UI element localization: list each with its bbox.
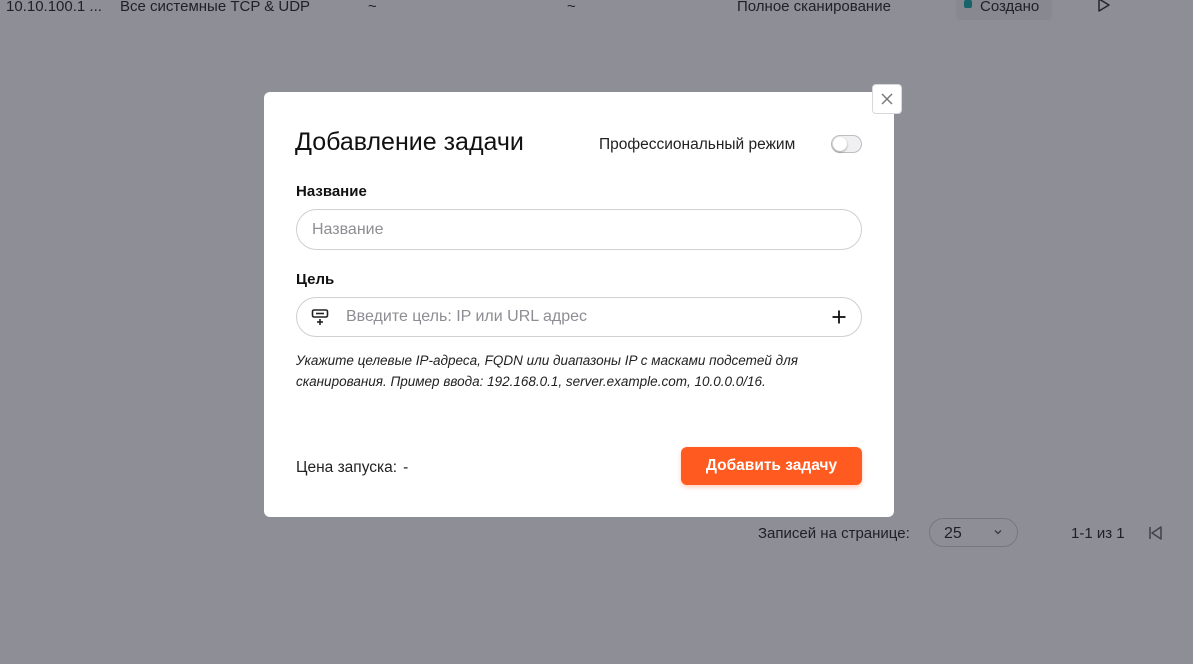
close-icon	[881, 93, 893, 105]
toggle-knob	[833, 137, 847, 151]
target-label: Цель	[296, 271, 335, 288]
target-hint: Укажите целевые IP-адреса, FQDN или диап…	[296, 353, 798, 389]
target-list-icon[interactable]	[311, 308, 329, 326]
price-label: Цена запуска:	[296, 459, 398, 476]
price-value: -	[403, 459, 409, 476]
launch-price: Цена запуска: -	[296, 459, 408, 477]
close-modal-button[interactable]	[872, 84, 902, 114]
add-task-modal: Добавление задачи Профессиональный режим…	[264, 92, 894, 517]
add-task-button[interactable]: Добавить задачу	[681, 447, 862, 485]
pro-mode-toggle[interactable]	[831, 135, 862, 153]
pro-mode-label: Профессиональный режим	[599, 136, 796, 153]
target-input[interactable]	[296, 297, 862, 337]
modal-title: Добавление задачи	[295, 128, 524, 156]
name-label: Название	[296, 183, 367, 200]
name-input[interactable]	[296, 209, 862, 250]
target-field	[296, 297, 862, 337]
plus-icon[interactable]	[830, 308, 848, 326]
